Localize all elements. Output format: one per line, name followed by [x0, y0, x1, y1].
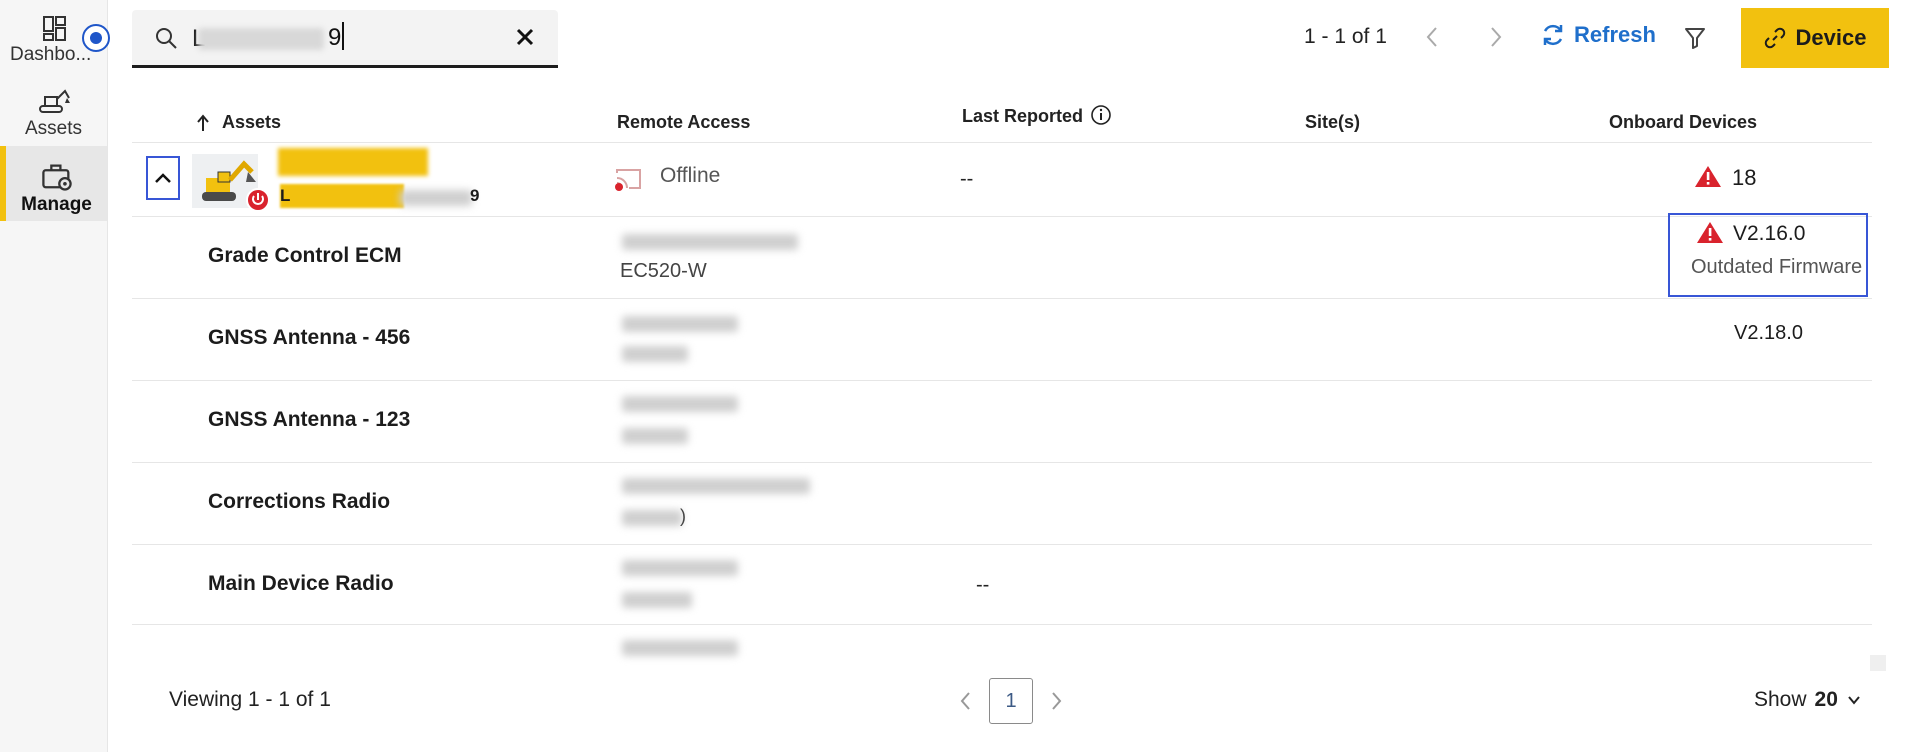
- sort-ascending-icon[interactable]: [196, 114, 210, 132]
- toolbox-gear-icon: [41, 164, 72, 191]
- link-device-button[interactable]: Device: [1741, 8, 1889, 68]
- viewing-range: Viewing 1 - 1 of 1: [169, 688, 331, 711]
- divider: [132, 216, 1872, 217]
- refresh-icon: [1543, 24, 1563, 46]
- column-header-last-reported[interactable]: Last Reported: [962, 106, 1083, 127]
- link-icon: [1764, 27, 1785, 49]
- sidebar-item-label: Manage: [21, 194, 92, 215]
- redacted-text: [198, 28, 324, 50]
- onboard-devices-count[interactable]: 18: [1732, 165, 1756, 191]
- redacted-serial: [622, 316, 738, 332]
- redacted-serial: [622, 640, 738, 656]
- redacted-serial: [622, 560, 738, 576]
- redacted-model: [622, 592, 692, 608]
- sidebar-item-manage[interactable]: Manage: [0, 146, 107, 221]
- device-name: GNSS Antenna - 456: [208, 326, 411, 349]
- firmware-version: V2.18.0: [1734, 322, 1803, 344]
- sidebar-item-assets[interactable]: Assets: [0, 86, 107, 140]
- chevron-left-icon[interactable]: [958, 690, 972, 712]
- firmware-version: V2.16.0: [1733, 222, 1806, 245]
- page-size-select[interactable]: Show 20: [1754, 688, 1862, 712]
- device-model-tail: ): [680, 506, 686, 526]
- divider: [132, 298, 1872, 299]
- scrollbar-thumb[interactable]: [1870, 655, 1886, 671]
- close-icon[interactable]: [514, 26, 536, 48]
- redacted-model: [622, 510, 682, 526]
- column-header-assets[interactable]: Assets: [222, 112, 281, 133]
- column-header-sites[interactable]: Site(s): [1305, 112, 1360, 133]
- last-reported-value: --: [976, 574, 990, 596]
- column-header-onboard-devices[interactable]: Onboard Devices: [1609, 112, 1757, 133]
- redacted-serial: [622, 396, 738, 412]
- radio-indicator-icon[interactable]: [82, 24, 110, 52]
- remote-access-status: Offline: [660, 164, 721, 187]
- search-box[interactable]: 9: [132, 10, 558, 68]
- page-number-button[interactable]: 1: [989, 678, 1033, 724]
- dashboard-icon: [43, 16, 66, 41]
- divider: [132, 380, 1872, 381]
- page-size-value: 20: [1814, 688, 1838, 711]
- device-button-label: Device: [1795, 25, 1867, 50]
- filter-icon[interactable]: [1684, 26, 1706, 50]
- text-cursor: [342, 22, 344, 50]
- collapse-row-button[interactable]: [146, 156, 180, 200]
- cast-offline-icon: [615, 169, 641, 191]
- redacted-asset-name: [278, 148, 428, 176]
- warning-icon: [1695, 166, 1721, 187]
- chevron-right-icon[interactable]: [1050, 690, 1064, 712]
- chevron-right-icon[interactable]: [1488, 26, 1504, 48]
- divider: [132, 462, 1872, 463]
- sidebar-item-label: Assets: [24, 118, 83, 139]
- redacted-asset-serial: [400, 190, 472, 206]
- page-size-label: Show: [1754, 688, 1807, 711]
- device-name: Grade Control ECM: [208, 244, 402, 267]
- device-name: Main Device Radio: [208, 572, 394, 595]
- redacted-model: [622, 346, 688, 362]
- device-model: EC520-W: [620, 260, 707, 282]
- divider: [132, 142, 1872, 143]
- search-icon: [156, 28, 177, 49]
- redacted-serial: [622, 234, 798, 250]
- asset-id-prefix: L: [280, 186, 291, 205]
- excavator-icon: [38, 89, 70, 113]
- refresh-button[interactable]: Refresh: [1540, 22, 1656, 48]
- divider: [132, 544, 1872, 545]
- info-icon[interactable]: [1090, 104, 1112, 126]
- redacted-model: [622, 428, 688, 444]
- device-name: Corrections Radio: [208, 490, 391, 513]
- asset-id-suffix: 9: [470, 186, 480, 205]
- chevron-left-icon[interactable]: [1424, 26, 1440, 48]
- search-value-tail: 9: [328, 24, 342, 51]
- divider: [132, 624, 1872, 625]
- chevron-up-icon: [155, 173, 171, 183]
- device-name: GNSS Antenna - 123: [208, 408, 411, 431]
- refresh-label: Refresh: [1574, 22, 1656, 47]
- redacted-serial: [622, 478, 810, 494]
- chevron-down-icon: [1848, 696, 1860, 705]
- firmware-status: Outdated Firmware: [1691, 256, 1863, 278]
- last-reported-value: --: [960, 168, 974, 190]
- table-header: Assets Remote Access Last Reported Site(…: [132, 105, 1872, 142]
- redacted-asset-id: [280, 184, 404, 208]
- power-off-icon: [246, 188, 270, 212]
- column-header-remote-access[interactable]: Remote Access: [617, 112, 750, 133]
- results-range: 1 - 1 of 1: [1304, 25, 1387, 48]
- sidebar-item-label: Dashbo...: [10, 44, 92, 65]
- sidebar: Dashbo... Assets Manage: [0, 0, 110, 752]
- warning-icon: [1697, 222, 1723, 243]
